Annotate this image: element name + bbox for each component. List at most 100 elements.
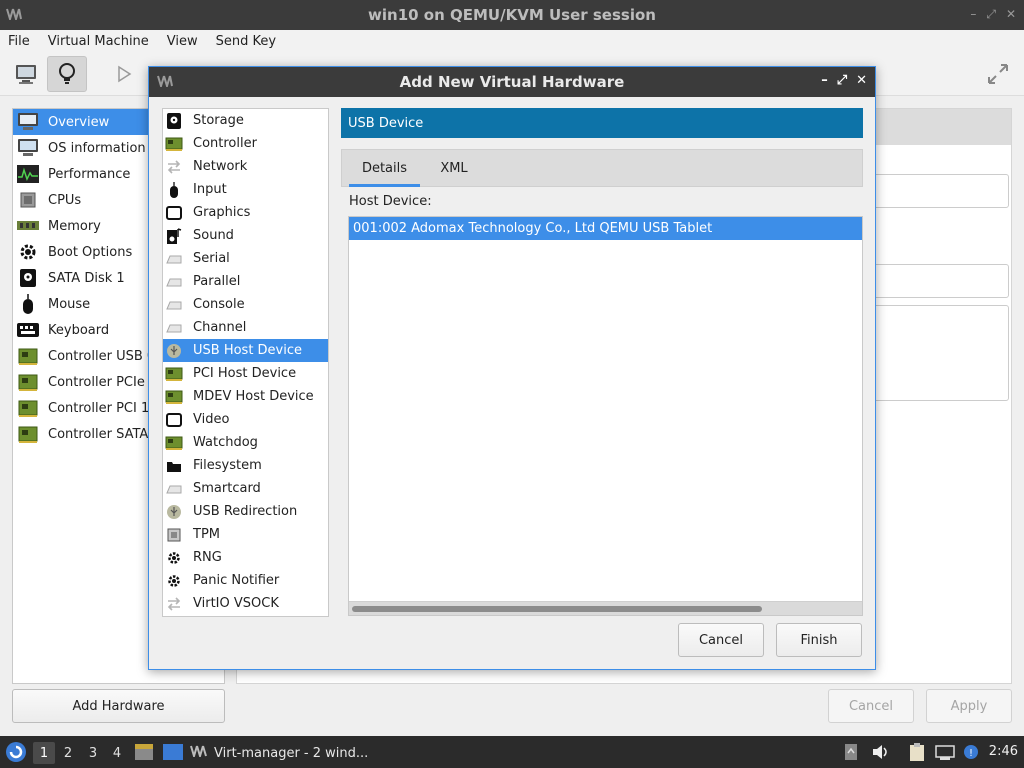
device-item-serial[interactable]: Serial <box>163 247 328 270</box>
keyboard-icon <box>17 320 39 340</box>
taskbar-window-item[interactable]: Virt-manager - 2 wind... <box>190 740 368 766</box>
fullscreen-icon <box>988 64 1008 84</box>
workspace-3[interactable]: 3 <box>82 742 104 764</box>
device-item-label: RNG <box>193 550 222 565</box>
description-field[interactable] <box>857 305 1009 401</box>
apply-button[interactable]: Apply <box>926 689 1012 723</box>
menu-send-key[interactable]: Send Key <box>216 34 284 49</box>
title-field[interactable] <box>857 264 1009 298</box>
device-item-panic-notifier[interactable]: Panic Notifier <box>163 569 328 592</box>
name-field[interactable] <box>857 174 1009 208</box>
device-item-usb-redirection[interactable]: USB Redirection <box>163 500 328 523</box>
menu-virtual-machine[interactable]: Virtual Machine <box>48 34 157 49</box>
device-item-virtio-vsock[interactable]: VirtIO VSOCK <box>163 592 328 615</box>
close-icon[interactable]: ✕ <box>856 73 867 88</box>
sidebar-item-label: Performance <box>48 166 131 182</box>
sidebar-item-label: Keyboard <box>48 322 110 338</box>
device-item-controller[interactable]: Controller <box>163 132 328 155</box>
device-item-pci-host-device[interactable]: PCI Host Device <box>163 362 328 385</box>
network-status-icon[interactable] <box>934 743 956 765</box>
device-item-usb-host-device[interactable]: USB Host Device <box>163 339 328 362</box>
device-item-label: Sound <box>193 228 234 243</box>
serial-icon <box>165 480 183 498</box>
menubar: File Virtual Machine View Send Key <box>0 30 1024 52</box>
scrollbar-thumb[interactable] <box>352 606 762 612</box>
device-item-label: Input <box>193 182 227 197</box>
add-hardware-dialog: Add New Virtual Hardware – ⤢ ✕ Storage C… <box>148 66 876 670</box>
maximize-icon[interactable]: ⤢ <box>986 7 996 22</box>
monitor-icon <box>17 112 39 132</box>
menu-file[interactable]: File <box>8 34 38 49</box>
tab-xml[interactable]: XML <box>434 150 474 187</box>
sidebar-item-label: Controller USB 0 <box>48 348 156 364</box>
fullscreen-button[interactable] <box>978 56 1018 92</box>
device-item-network[interactable]: Network <box>163 155 328 178</box>
device-item-watchdog[interactable]: Watchdog <box>163 431 328 454</box>
tab-details[interactable]: Details <box>349 150 420 187</box>
device-item-filesystem[interactable]: Filesystem <box>163 454 328 477</box>
tab-bar: Details XML <box>341 149 863 187</box>
device-item-graphics[interactable]: Graphics <box>163 201 328 224</box>
device-item-sound[interactable]: Sound <box>163 224 328 247</box>
network-icon <box>165 595 183 613</box>
device-item-parallel[interactable]: Parallel <box>163 270 328 293</box>
notification-icon[interactable] <box>844 743 858 765</box>
storage-icon <box>165 112 183 130</box>
dialog-titlebar: Add New Virtual Hardware – ⤢ ✕ <box>149 67 875 97</box>
serial-icon <box>165 319 183 337</box>
display-icon <box>165 411 183 429</box>
dialog-cancel-button[interactable]: Cancel <box>678 623 764 657</box>
memory-icon <box>17 216 39 236</box>
finish-button[interactable]: Finish <box>776 623 862 657</box>
device-item-rng[interactable]: RNG <box>163 546 328 569</box>
window-title: win10 on QEMU/KVM User session <box>368 6 656 24</box>
device-item-input[interactable]: Input <box>163 178 328 201</box>
device-item-channel[interactable]: Channel <box>163 316 328 339</box>
volume-icon[interactable] <box>872 744 890 764</box>
device-item-smartcard[interactable]: Smartcard <box>163 477 328 500</box>
device-item-label: Parallel <box>193 274 241 289</box>
card-icon <box>17 398 39 418</box>
clipboard-icon[interactable] <box>908 742 926 766</box>
details-button[interactable] <box>47 56 87 92</box>
workspace-1[interactable]: 1 <box>33 742 55 764</box>
workspace-2[interactable]: 2 <box>57 742 79 764</box>
serial-icon <box>165 296 183 314</box>
gear-icon <box>17 242 39 262</box>
sidebar-item-label: SATA Disk 1 <box>48 270 125 286</box>
device-item-storage[interactable]: Storage <box>163 109 328 132</box>
card-icon <box>165 135 183 153</box>
device-item-label: Video <box>193 412 230 427</box>
sidebar-item-label: Boot Options <box>48 244 133 260</box>
update-notifier-icon[interactable]: ! <box>962 743 980 765</box>
minimize-icon[interactable]: – <box>821 73 828 88</box>
add-hardware-button[interactable]: Add Hardware <box>12 689 225 723</box>
maximize-icon[interactable]: ⤢ <box>837 73 847 88</box>
device-item-label: Watchdog <box>193 435 258 450</box>
card-icon <box>17 424 39 444</box>
device-item-label: Panic Notifier <box>193 573 280 588</box>
card-icon <box>165 434 183 452</box>
console-button[interactable] <box>6 56 46 92</box>
desktop-icon[interactable] <box>162 743 184 765</box>
device-type-list: Storage Controller Network Input Graphic… <box>162 108 329 617</box>
minimize-icon[interactable]: – <box>970 7 976 22</box>
host-device-row[interactable]: 001:002 Adomax Technology Co., Ltd QEMU … <box>349 217 862 240</box>
horizontal-scrollbar[interactable] <box>349 601 862 615</box>
device-item-console[interactable]: Console <box>163 293 328 316</box>
run-button[interactable] <box>104 56 144 92</box>
device-item-label: Controller <box>193 136 257 151</box>
start-menu-icon[interactable] <box>4 740 28 768</box>
dialog-title: Add New Virtual Hardware <box>399 73 625 91</box>
device-item-tpm[interactable]: TPM <box>163 523 328 546</box>
device-item-video[interactable]: Video <box>163 408 328 431</box>
close-icon[interactable]: ✕ <box>1006 7 1016 22</box>
device-item-mdev-host-device[interactable]: MDEV Host Device <box>163 385 328 408</box>
window-titlebar: win10 on QEMU/KVM User session – ⤢ ✕ <box>0 0 1024 30</box>
menu-view[interactable]: View <box>167 34 206 49</box>
sidebar-item-label: Mouse <box>48 296 91 312</box>
serial-icon <box>165 250 183 268</box>
workspace-4[interactable]: 4 <box>106 742 128 764</box>
cancel-button[interactable]: Cancel <box>828 689 914 723</box>
file-manager-icon[interactable] <box>134 743 154 765</box>
